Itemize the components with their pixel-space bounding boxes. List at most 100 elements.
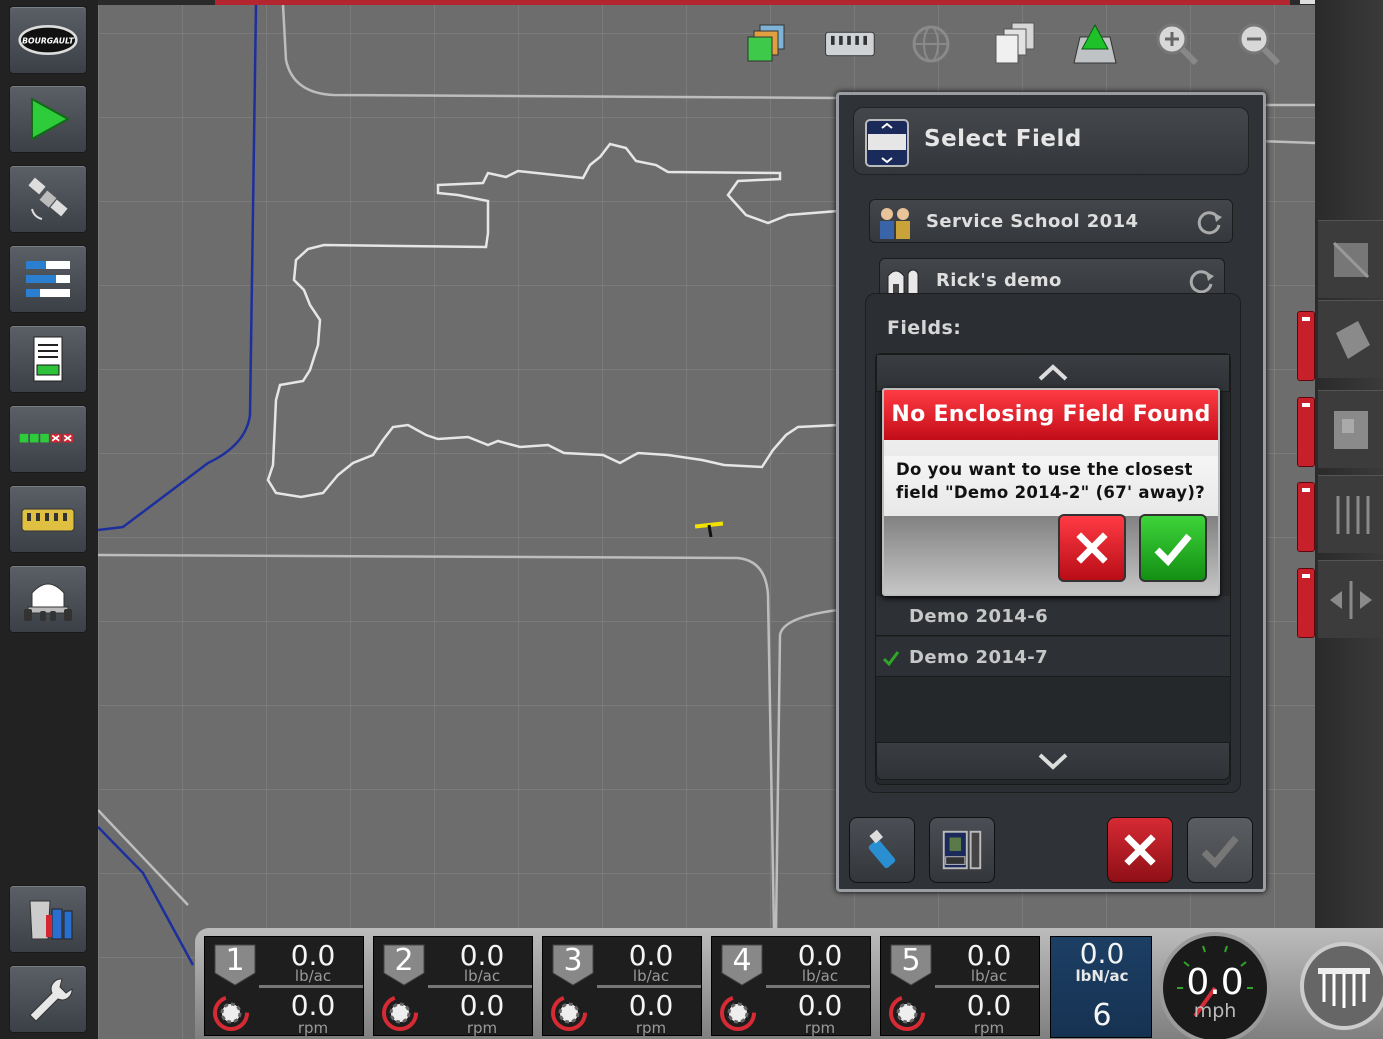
speed-value: 0.0 xyxy=(797,989,843,1022)
boundary-icon xyxy=(1335,320,1370,359)
boundary-line xyxy=(98,5,258,532)
speed-value: 0.0 xyxy=(290,989,336,1022)
right-tab-4[interactable] xyxy=(1297,568,1315,638)
tile-divider xyxy=(259,985,363,988)
section-tile-2[interactable]: 2 0.0 lb/ac 0.0 rpm xyxy=(373,936,533,1036)
gps-satellite-icon xyxy=(28,177,68,220)
confirm-button-disabled[interactable] xyxy=(1187,817,1253,883)
guidance-play-icon xyxy=(31,97,71,141)
multi-page-icon[interactable] xyxy=(980,18,1046,70)
field-row-selected[interactable]: Demo 2014-7 xyxy=(876,637,1230,677)
nitrogen-value: 0.0 xyxy=(1079,937,1125,970)
speed-unit: rpm xyxy=(635,1019,667,1037)
section-number: 2 xyxy=(394,943,414,978)
cancel-button[interactable] xyxy=(1107,817,1173,883)
tank-icon xyxy=(29,900,73,940)
guidance-button[interactable] xyxy=(9,85,87,153)
panel-header: Select Field xyxy=(853,107,1249,175)
guidelines-button[interactable] xyxy=(1318,475,1383,553)
rate-unit: lb/ac xyxy=(970,967,1008,985)
rate-unit: lb/ac xyxy=(294,967,332,985)
implement-view-icon[interactable] xyxy=(816,18,882,70)
section-number: 5 xyxy=(901,943,921,978)
air-cart-button[interactable] xyxy=(9,565,87,633)
section-number: 1 xyxy=(225,943,245,978)
implement-icon xyxy=(21,508,75,532)
section-tile-5[interactable]: 5 0.0 lb/ac 0.0 rpm xyxy=(880,936,1040,1036)
wrench-icon xyxy=(29,978,73,1022)
client-icon xyxy=(880,208,910,239)
dialog-no-button[interactable] xyxy=(1058,514,1126,582)
boundary-button[interactable] xyxy=(1318,300,1383,378)
section-status-icon xyxy=(19,433,73,443)
field-name: Demo 2014-7 xyxy=(909,647,1049,668)
client-selector[interactable]: Service School 2014 xyxy=(869,199,1233,243)
close-icon xyxy=(1124,834,1156,866)
section-tile-4[interactable]: 4 0.0 lb/ac 0.0 rpm xyxy=(711,936,871,1036)
road-line xyxy=(774,608,839,931)
speed-readout: 0.0 xyxy=(1186,962,1244,1003)
air-cart-icon xyxy=(24,583,72,621)
rate-value: 0.0 xyxy=(290,939,336,972)
tile-divider xyxy=(428,985,532,988)
field-view-icon[interactable] xyxy=(1062,18,1128,70)
checkmark-icon xyxy=(882,651,900,667)
zoom-in-icon[interactable] xyxy=(1144,18,1210,70)
perspective-icon xyxy=(1332,241,1369,278)
settings-button[interactable] xyxy=(9,965,87,1033)
implement-button[interactable] xyxy=(9,485,87,553)
globe-icon[interactable] xyxy=(898,18,964,70)
client-name: Service School 2014 xyxy=(926,211,1139,232)
layers-list-button[interactable] xyxy=(9,245,87,313)
usb-icon xyxy=(868,829,896,869)
meter-gear-icon xyxy=(551,995,587,1031)
speed-unit: rpm xyxy=(804,1019,836,1037)
right-tab-2[interactable] xyxy=(1297,397,1315,467)
bourgault-logo: BOURGAULT xyxy=(18,25,78,55)
nitrogen-unit: lbN/ac xyxy=(1075,967,1129,985)
refresh-icon[interactable] xyxy=(1186,266,1216,296)
job-report-button[interactable] xyxy=(9,325,87,393)
layers-list-icon xyxy=(26,261,70,297)
check-icon xyxy=(1154,533,1192,567)
implement-status-button[interactable] xyxy=(1298,932,1383,1039)
gps-button[interactable] xyxy=(9,165,87,233)
headland-button[interactable] xyxy=(1318,390,1383,468)
dialog-message: Do you want to use the closest field "De… xyxy=(896,460,1206,502)
scroll-down-button[interactable] xyxy=(876,742,1230,780)
field-layout-button[interactable] xyxy=(929,817,995,883)
zoom-out-icon[interactable] xyxy=(1226,18,1292,70)
right-tab-3[interactable] xyxy=(1297,482,1315,552)
perspective-button[interactable] xyxy=(1318,220,1383,298)
speed-value: 0.0 xyxy=(628,989,674,1022)
section-number: 3 xyxy=(563,943,583,978)
tank-button[interactable] xyxy=(9,885,87,953)
section-status-button[interactable] xyxy=(9,405,87,473)
chevron-up-icon xyxy=(1038,364,1068,381)
field-row[interactable]: Demo 2014-6 xyxy=(876,596,1230,636)
close-icon xyxy=(1076,532,1108,564)
speed-unit: rpm xyxy=(973,1019,1005,1037)
section-tile-1[interactable]: 1 0.0 lb/ac 0.0 rpm xyxy=(204,936,364,1036)
farm-name: Rick's demo xyxy=(936,270,1062,291)
logo-text: BOURGAULT xyxy=(22,36,74,45)
nitrogen-rate-tile[interactable]: 0.0 lbN/ac 6 xyxy=(1050,936,1152,1038)
shift-button[interactable] xyxy=(1318,560,1383,638)
rate-unit: lb/ac xyxy=(632,967,670,985)
section-number: 4 xyxy=(732,943,752,978)
field-selector-icon xyxy=(865,119,909,167)
usb-import-button[interactable] xyxy=(849,817,915,883)
panel-title: Select Field xyxy=(924,126,1082,152)
headland-icon xyxy=(1333,410,1368,449)
bourgault-logo-button[interactable]: BOURGAULT xyxy=(9,6,87,74)
scroll-up-button[interactable] xyxy=(876,354,1230,392)
field-layout-icon xyxy=(942,830,982,870)
section-tile-3[interactable]: 3 0.0 lb/ac 0.0 rpm xyxy=(542,936,702,1036)
dialog-yes-button[interactable] xyxy=(1139,514,1207,582)
check-icon xyxy=(1201,835,1239,869)
map-layers-icon[interactable] xyxy=(734,18,800,70)
refresh-icon[interactable] xyxy=(1194,207,1224,237)
fields-label: Fields: xyxy=(887,317,962,339)
right-tab-1[interactable] xyxy=(1297,311,1315,381)
meter-gear-icon xyxy=(382,995,418,1031)
